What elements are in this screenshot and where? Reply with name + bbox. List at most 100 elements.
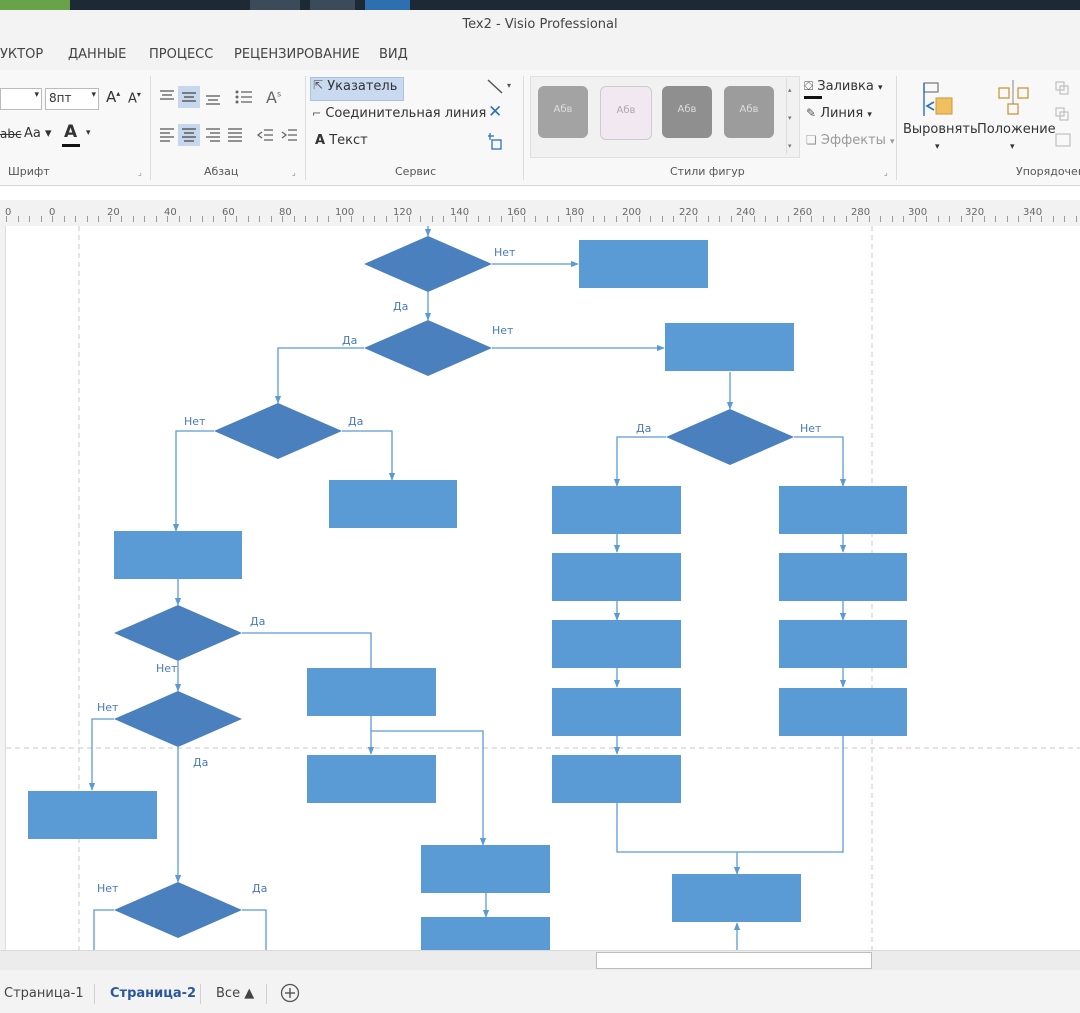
- ruler-label: 260: [793, 207, 813, 218]
- decrease-indent-icon[interactable]: [256, 126, 274, 144]
- chevron-down-icon[interactable]: ▾: [935, 142, 940, 152]
- line-tool-icon[interactable]: ▾: [486, 78, 514, 96]
- decision-diamond[interactable]: [114, 882, 242, 938]
- branch-label: Нет: [156, 662, 178, 675]
- position-icon[interactable]: [996, 78, 1032, 118]
- tab-divider: [266, 984, 267, 1004]
- shrink-font-icon[interactable]: A▾: [128, 90, 141, 106]
- taskbar-thumbnail[interactable]: [0, 0, 70, 10]
- tab-page-2[interactable]: Страница-2: [110, 986, 196, 1001]
- decision-diamond[interactable]: [666, 409, 794, 465]
- tab-all-pages[interactable]: Все ▲: [216, 986, 254, 1001]
- process-box[interactable]: [779, 553, 907, 601]
- pointer-tool-button[interactable]: ⇱ Указатель: [310, 77, 405, 101]
- process-box[interactable]: [421, 917, 550, 950]
- text-tool-button[interactable]: A Текст: [315, 133, 368, 148]
- close-icon[interactable]: ✕: [488, 102, 502, 122]
- process-box[interactable]: [552, 755, 681, 803]
- fill-button[interactable]: ⛋ Заливка ▾: [804, 79, 883, 94]
- arrange-more-icons[interactable]: [1054, 80, 1080, 152]
- dialog-launcher-icon[interactable]: ⌟: [292, 168, 296, 177]
- horizontal-scrollbar[interactable]: [0, 950, 1080, 971]
- process-box[interactable]: [307, 668, 436, 716]
- taskbar-thumbnail[interactable]: [250, 0, 300, 10]
- process-box[interactable]: [28, 791, 157, 839]
- strikethrough-icon[interactable]: abc: [0, 127, 22, 141]
- dialog-launcher-icon[interactable]: ⌟: [884, 168, 888, 177]
- process-box[interactable]: [552, 620, 681, 668]
- gallery-scroll[interactable]: ▴ ▾ ▾: [786, 78, 797, 154]
- connector-tool-button[interactable]: ⌐ Соединительная линия: [312, 106, 486, 121]
- line-button[interactable]: ✎ Линия ▾: [806, 106, 872, 121]
- font-color-icon[interactable]: A: [64, 122, 77, 142]
- tab-process[interactable]: ПРОЦЕСС: [149, 47, 213, 62]
- ruler-tick: [800, 216, 801, 222]
- tab-review[interactable]: РЕЦЕНЗИРОВАНИЕ: [234, 47, 360, 62]
- shape-style-tile[interactable]: Абв: [724, 86, 774, 138]
- taskbar-thumbnail[interactable]: [365, 0, 410, 10]
- decision-diamond[interactable]: [114, 691, 242, 747]
- align-bottom-icon[interactable]: [204, 90, 222, 108]
- font-name-field[interactable]: ▾: [0, 88, 42, 110]
- shape-style-tile[interactable]: Абв: [662, 86, 712, 138]
- ruler-tick: [1076, 216, 1077, 222]
- tab-constructor[interactable]: УКТОР: [0, 47, 43, 62]
- align-left-icon[interactable]: [158, 126, 176, 144]
- shape-style-tile[interactable]: Абв: [600, 86, 652, 140]
- chevron-down-icon[interactable]: ▾: [1010, 142, 1015, 152]
- decision-diamond[interactable]: [114, 605, 242, 661]
- align-top-icon[interactable]: [158, 88, 176, 106]
- decision-diamond[interactable]: [214, 403, 342, 459]
- chevron-down-icon[interactable]: ▾: [86, 128, 91, 138]
- ruler-tick: [938, 216, 939, 222]
- process-box[interactable]: [421, 845, 550, 893]
- process-box[interactable]: [779, 620, 907, 668]
- grow-font-icon[interactable]: A▴: [106, 88, 120, 106]
- justify-icon[interactable]: [226, 126, 244, 144]
- process-box[interactable]: [114, 531, 242, 579]
- process-box[interactable]: [779, 486, 907, 534]
- ruler-tick: [29, 216, 30, 222]
- group-divider: [523, 76, 524, 180]
- process-box[interactable]: [307, 755, 436, 803]
- connection-point-icon[interactable]: [486, 132, 506, 152]
- connector: [93, 909, 114, 950]
- decision-diamond[interactable]: [364, 320, 492, 376]
- taskbar-strip: [0, 0, 1080, 10]
- tab-view[interactable]: ВИД: [379, 47, 408, 62]
- position-button[interactable]: Положение: [977, 122, 1056, 137]
- tab-data[interactable]: ДАННЫЕ: [68, 47, 126, 62]
- font-size-field[interactable]: 8пт ▾: [45, 88, 99, 110]
- change-case-button[interactable]: Аа ▾: [24, 126, 52, 141]
- drawing-canvas[interactable]: Нет Да Да Нет Нет Да Да Нет Да Нет Нет Д…: [6, 226, 1080, 950]
- align-right-icon[interactable]: [204, 126, 222, 144]
- align-button[interactable]: Выровнять: [903, 122, 978, 137]
- process-box[interactable]: [552, 486, 681, 534]
- decision-diamond[interactable]: [364, 236, 492, 292]
- taskbar-thumbnail[interactable]: [310, 0, 355, 10]
- align-middle-icon[interactable]: [178, 86, 200, 108]
- process-box[interactable]: [552, 553, 681, 601]
- process-box[interactable]: [672, 874, 801, 922]
- process-box[interactable]: [579, 240, 708, 288]
- increase-indent-icon[interactable]: [280, 126, 298, 144]
- effects-icon: ❏: [806, 133, 817, 147]
- scrollbar-thumb[interactable]: [596, 952, 872, 969]
- ruler-tick: [869, 216, 870, 222]
- align-center-icon[interactable]: [178, 124, 200, 146]
- process-box[interactable]: [779, 688, 907, 736]
- connector: [274, 347, 364, 404]
- align-icon[interactable]: [918, 80, 956, 118]
- dialog-launcher-icon[interactable]: ⌟: [138, 168, 142, 177]
- tab-page-1[interactable]: Страница-1: [4, 986, 84, 1001]
- text-size-icon[interactable]: As: [266, 88, 281, 107]
- bullets-icon[interactable]: [234, 88, 254, 106]
- process-box[interactable]: [665, 323, 794, 371]
- branch-label: Нет: [492, 324, 514, 337]
- process-box[interactable]: [329, 480, 457, 528]
- add-page-icon[interactable]: [280, 983, 300, 1003]
- effects-button[interactable]: ❏ Эффекты ▾: [806, 133, 895, 148]
- ruler-label: 340: [1023, 207, 1043, 218]
- process-box[interactable]: [552, 688, 681, 736]
- shape-style-tile[interactable]: Абв: [538, 86, 588, 138]
